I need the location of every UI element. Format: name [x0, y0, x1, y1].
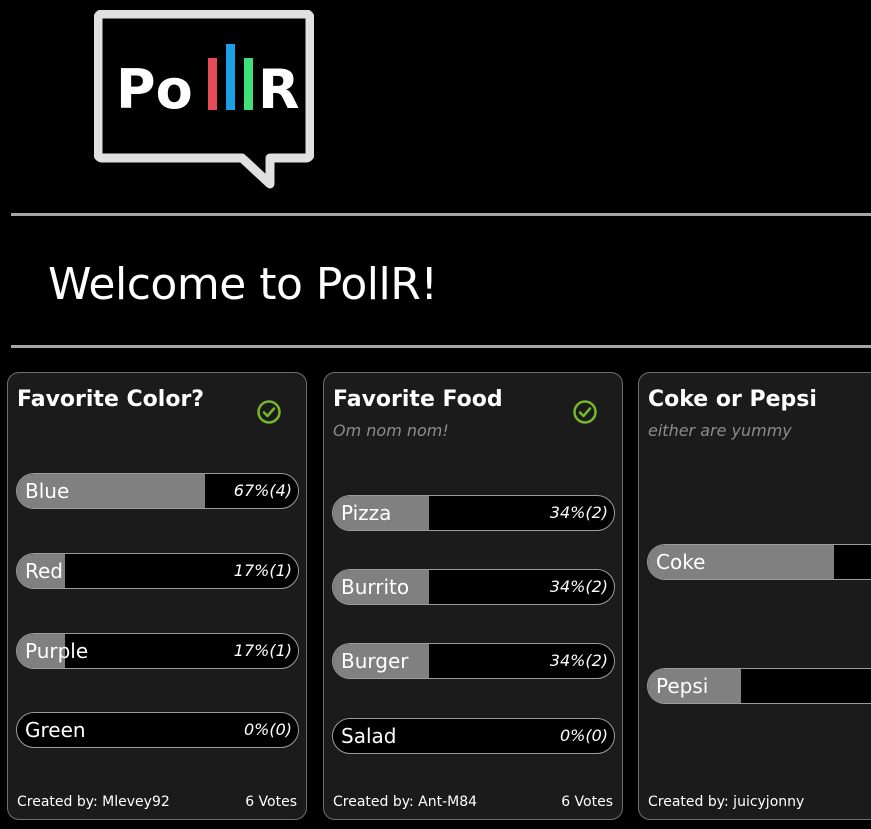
poll-card: Favorite Color? Blue 67%(4) Red 17%(1) P…	[7, 372, 307, 820]
poll-option[interactable]: Pepsi	[647, 668, 871, 704]
logo-letter-r: R	[258, 58, 300, 121]
poll-title: Favorite Color?	[17, 387, 205, 412]
option-result: 34%(2)	[549, 577, 608, 596]
poll-option[interactable]: Coke	[647, 544, 871, 580]
poll-option[interactable]: Green 0%(0)	[16, 712, 299, 748]
option-label: Burger	[341, 649, 409, 673]
option-label: Coke	[656, 550, 706, 574]
bottom-divider	[11, 345, 871, 348]
option-label: Pizza	[341, 501, 392, 525]
option-result: 0%(0)	[243, 720, 292, 739]
option-label: Pepsi	[656, 674, 709, 698]
poll-card: Coke or Pepsi either are yummy Coke Peps…	[638, 372, 871, 820]
logo-letters-po: Po	[116, 58, 193, 121]
poll-creator: Created by: Mlevey92	[17, 794, 170, 810]
logo-green-bar	[244, 58, 253, 110]
voted-check-icon	[573, 400, 597, 424]
option-label: Blue	[25, 479, 70, 503]
poll-title: Coke or Pepsi	[648, 387, 817, 412]
pollr-logo: Po R	[94, 10, 314, 189]
poll-vote-count: 6 Votes	[561, 794, 613, 810]
option-result: 17%(1)	[233, 641, 292, 660]
poll-option[interactable]: Purple 17%(1)	[16, 633, 299, 669]
option-result: 67%(4)	[233, 481, 292, 500]
option-result: 34%(2)	[549, 651, 608, 670]
poll-option[interactable]: Salad 0%(0)	[332, 718, 615, 754]
poll-option[interactable]: Red 17%(1)	[16, 553, 299, 589]
option-label: Burrito	[341, 575, 410, 599]
poll-title: Favorite Food	[333, 387, 503, 412]
poll-creator: Created by: juicyjonny	[648, 794, 805, 810]
option-label: Green	[25, 718, 86, 742]
poll-subtitle: Om nom nom!	[333, 421, 449, 440]
welcome-heading: Welcome to PollR!	[48, 259, 438, 310]
poll-card: Favorite Food Om nom nom! Pizza 34%(2) B…	[323, 372, 623, 820]
poll-option[interactable]: Burrito 34%(2)	[332, 569, 615, 605]
top-divider	[11, 213, 871, 216]
poll-option[interactable]: Burger 34%(2)	[332, 643, 615, 679]
voted-check-icon	[257, 400, 281, 424]
option-label: Red	[25, 559, 63, 583]
poll-vote-count: 6 Votes	[245, 794, 297, 810]
poll-option[interactable]: Pizza 34%(2)	[332, 495, 615, 531]
option-result: 34%(2)	[549, 503, 608, 522]
poll-option[interactable]: Blue 67%(4)	[16, 473, 299, 509]
option-label: Salad	[341, 724, 397, 748]
poll-creator: Created by: Ant-M84	[333, 794, 478, 810]
option-result: 17%(1)	[233, 561, 292, 580]
poll-subtitle: either are yummy	[648, 421, 792, 440]
option-label: Purple	[25, 639, 89, 663]
logo-blue-bar	[226, 44, 235, 110]
logo-red-bar	[208, 58, 217, 110]
option-result: 0%(0)	[559, 726, 608, 745]
